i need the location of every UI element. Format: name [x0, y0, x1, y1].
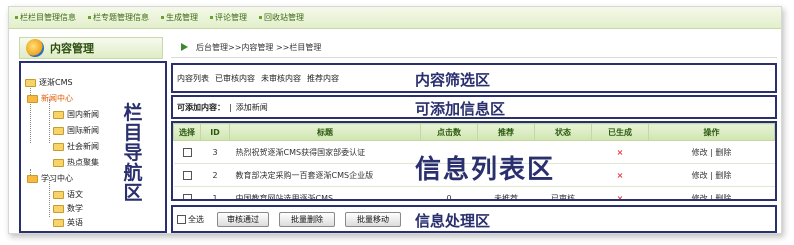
tree-item-root[interactable]: 逐渐CMS — [25, 77, 73, 88]
tab-recommended-content[interactable]: 推荐内容 — [307, 73, 339, 84]
column-header-select: 选择 — [173, 123, 201, 141]
table-header-row: 选择 ID 标题 点击数 推荐 状态 已生成 操作 — [173, 123, 775, 141]
sidebar-title: 内容管理 — [50, 42, 94, 55]
row-checkbox[interactable] — [182, 193, 192, 199]
column-header-actions: 操作 — [648, 123, 775, 141]
column-header-title: 标题 — [229, 123, 421, 141]
row-id: 2 — [200, 163, 230, 187]
separator: | — [710, 170, 713, 180]
delete-link[interactable]: 删除 — [715, 171, 731, 180]
column-header-status: 状态 — [534, 123, 592, 141]
folder-icon — [53, 142, 64, 151]
select-all-checkbox[interactable] — [177, 215, 186, 224]
folder-open-icon — [27, 174, 38, 183]
not-generated-icon: × — [616, 170, 624, 180]
row-checkbox[interactable] — [182, 147, 192, 157]
breadcrumb-path: 后台管理>>内容管理 >>栏目管理 — [196, 42, 322, 52]
row-title[interactable]: 中国教育网站选用逐渐CMS — [229, 186, 421, 199]
topnav-item-topic-management[interactable]: 栏专题管理信息 — [88, 12, 149, 23]
column-navigation-tree: 逐渐CMS 新闻中心 国内新闻 国际新闻 社会新闻 热点聚集 学习中心 语文 数… — [19, 61, 167, 233]
info-processing-zone: 全选 审核通过 批量删除 批量移动 信息处理区 — [171, 205, 777, 233]
topnav-item-generate-management[interactable]: 生成管理 — [161, 12, 198, 23]
separator: | — [229, 103, 232, 112]
bullet-icon — [88, 16, 91, 19]
edit-link[interactable]: 修改 — [692, 148, 708, 157]
folder-icon — [53, 158, 64, 167]
select-all-label: 全选 — [188, 215, 204, 224]
separator: | — [710, 147, 713, 157]
row-recommend: 未推荐 — [477, 186, 535, 199]
batch-move-button[interactable]: 批量移动 — [345, 212, 401, 227]
add-content-prompt: 可添加内容： — [177, 103, 225, 112]
table-row: 1 中国教育网站选用逐渐CMS 0 未推荐 已审核 × 修改 | 删除 — [173, 186, 775, 201]
edit-link[interactable]: 修改 — [692, 171, 708, 180]
column-header-clicks: 点击数 — [420, 123, 478, 141]
delete-link[interactable]: 删除 — [715, 148, 731, 157]
row-title[interactable]: 教育部决定采购一百套逐渐CMS企业版 — [229, 163, 421, 187]
bullet-icon — [15, 16, 18, 19]
edit-link[interactable]: 修改 — [692, 194, 708, 200]
content-filter-zone: 内容列表 已审核内容 未审核内容 推荐内容 内容筛选区 — [171, 63, 777, 93]
sidebar-header: 内容管理 — [19, 37, 163, 59]
bullet-icon — [161, 16, 164, 19]
folder-open-icon — [27, 94, 38, 103]
add-content-row: 可添加内容： | 添加新闻 — [177, 102, 268, 113]
tree-item-news-center[interactable]: 新闻中心 — [27, 93, 73, 104]
row-checkbox[interactable] — [182, 170, 192, 180]
tree-item-international-news[interactable]: 国际新闻 — [53, 125, 99, 136]
breadcrumb: 后台管理>>内容管理 >>栏目管理 — [171, 37, 777, 58]
select-all-row: 全选 — [177, 214, 204, 225]
column-header-id: ID — [200, 123, 230, 141]
info-list-zone: 选择 ID 标题 点击数 推荐 状态 已生成 操作 3 热烈祝贺逐渐CMS获得国… — [171, 121, 777, 201]
not-generated-icon: × — [616, 147, 624, 157]
not-generated-icon: × — [616, 193, 624, 201]
add-content-zone: 可添加内容： | 添加新闻 可添加信息区 — [171, 95, 777, 119]
topnav-item-recycle-bin[interactable]: 回收站管理 — [259, 12, 304, 23]
row-id: 1 — [200, 186, 230, 199]
tree-item-domestic-news[interactable]: 国内新闻 — [53, 109, 99, 120]
tab-unreviewed-content[interactable]: 未审核内容 — [261, 73, 301, 84]
add-news-link[interactable]: 添加新闻 — [236, 102, 268, 113]
processing-zone-label: 信息处理区 — [415, 212, 491, 230]
tree-item-society-news[interactable]: 社会新闻 — [53, 141, 99, 152]
separator: | — [710, 193, 713, 201]
row-id: 3 — [200, 140, 230, 164]
batch-delete-button[interactable]: 批量删除 — [279, 212, 335, 227]
bullet-icon — [259, 16, 262, 19]
folder-icon — [25, 78, 36, 87]
row-title[interactable]: 热烈祝贺逐渐CMS获得国家部委认证 — [229, 140, 421, 164]
tree-item-english[interactable]: 英语 — [53, 217, 83, 228]
app-logo-icon — [26, 39, 44, 57]
add-zone-label: 可添加信息区 — [415, 100, 506, 118]
folder-icon — [53, 218, 64, 227]
filter-zone-label: 内容筛选区 — [415, 71, 491, 89]
approve-button[interactable]: 审核通过 — [217, 212, 269, 227]
tab-content-list[interactable]: 内容列表 — [177, 73, 209, 84]
folder-icon — [53, 190, 64, 199]
navigation-zone-label: 栏目导航区 — [123, 102, 143, 204]
column-header-recommend: 推荐 — [477, 123, 535, 141]
tab-reviewed-content[interactable]: 已审核内容 — [215, 73, 255, 84]
tree-item-learning-center[interactable]: 学习中心 — [27, 173, 73, 184]
delete-link[interactable]: 删除 — [715, 194, 731, 200]
app-window: 栏栏目管理信息 栏专题管理信息 生成管理 评论管理 回收站管理 内容管理 逐渐C… — [8, 6, 782, 234]
play-arrow-icon — [181, 43, 188, 51]
top-navigation: 栏栏目管理信息 栏专题管理信息 生成管理 评论管理 回收站管理 — [9, 7, 781, 29]
column-header-generated: 已生成 — [591, 123, 649, 141]
topnav-item-column-management[interactable]: 栏栏目管理信息 — [15, 12, 76, 23]
tree-item-hot-topics[interactable]: 热点聚集 — [53, 157, 99, 168]
tree-connector — [30, 81, 31, 143]
tree-connector — [49, 99, 50, 143]
filter-tabs: 内容列表 已审核内容 未审核内容 推荐内容 — [177, 73, 339, 84]
tree-item-chinese[interactable]: 语文 — [53, 189, 83, 200]
row-clicks: 0 — [420, 186, 478, 199]
tree-item-math[interactable]: 数学 — [53, 203, 83, 214]
folder-icon — [53, 126, 64, 135]
list-zone-label: 信息列表区 — [415, 155, 556, 185]
folder-icon — [53, 110, 64, 119]
row-status: 已审核 — [534, 186, 592, 199]
bullet-icon — [210, 16, 213, 19]
topnav-item-comment-management[interactable]: 评论管理 — [210, 12, 247, 23]
folder-icon — [53, 204, 64, 213]
